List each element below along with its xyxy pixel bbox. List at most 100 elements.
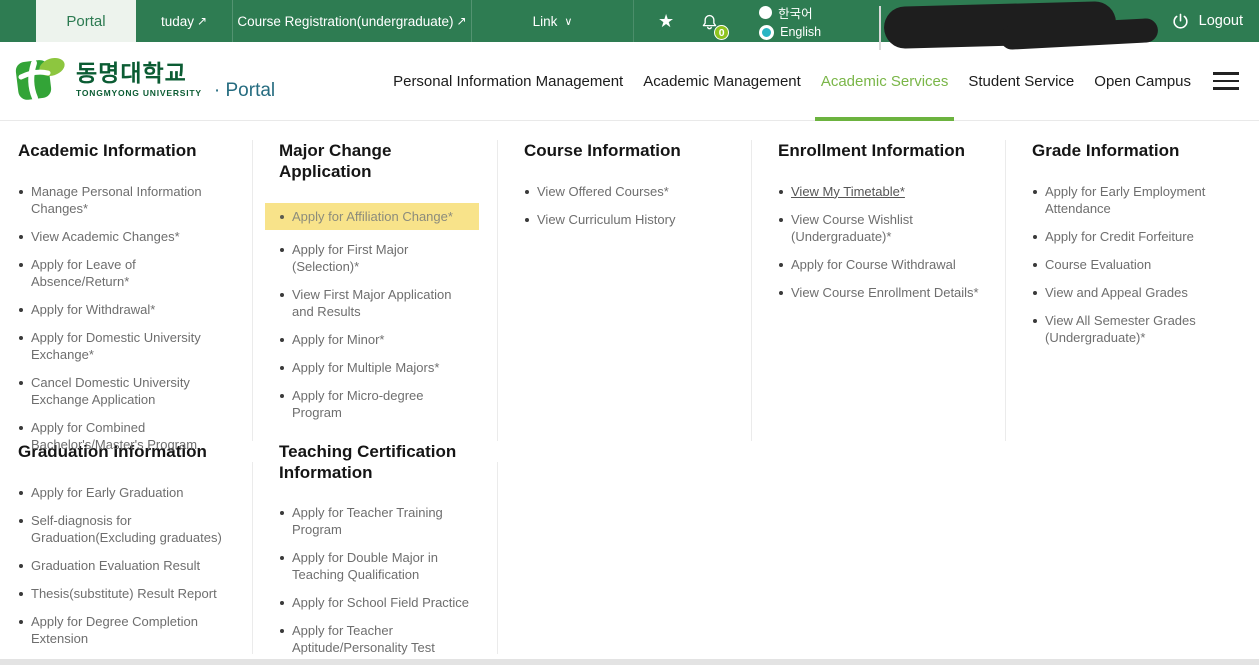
menu-item-label: Apply for Credit Forfeiture xyxy=(1045,229,1194,244)
menu-item[interactable]: Course Evaluation xyxy=(1032,256,1237,273)
menu-item-label: Graduation Evaluation Result xyxy=(31,558,200,573)
university-logo[interactable]: 동명대학교 TONGMYONG UNIVERSITY · Portal xyxy=(12,54,275,106)
nav-personal-information-management[interactable]: Personal Information Management xyxy=(383,42,633,120)
portal-suffix: · Portal xyxy=(214,80,275,102)
menu-item[interactable]: Apply for Teacher Aptitude/Personality T… xyxy=(279,622,475,656)
menu-item-label: View and Appeal Grades xyxy=(1045,285,1188,300)
menu-item-list: Apply for Affiliation Change*Apply for F… xyxy=(279,203,475,421)
logout-button[interactable]: Logout xyxy=(1171,0,1243,42)
menu-item[interactable]: Manage Personal Information Changes* xyxy=(18,183,230,217)
menu-item-label: Apply for Course Withdrawal xyxy=(791,257,956,272)
menu-section: Academic Information Manage Personal Info… xyxy=(0,141,252,464)
menu-item[interactable]: Apply for Course Withdrawal xyxy=(778,256,983,273)
menu-section: Major Change ApplicationApply for Affili… xyxy=(252,141,497,464)
menu-section-heading: Enrollment Information xyxy=(778,141,983,162)
menu-item[interactable]: Apply for Micro-degree Program xyxy=(279,387,475,421)
menu-item[interactable]: Thesis(substitute) Result Report xyxy=(18,585,230,602)
menu-item-label: Manage Personal Information Changes* xyxy=(31,184,202,216)
menu-item[interactable]: Apply for School Field Practice xyxy=(279,594,475,611)
menu-item[interactable]: View Academic Changes* xyxy=(18,228,230,245)
menu-item[interactable]: View First Major Application and Results xyxy=(279,286,475,320)
external-arrow-icon: ↗ xyxy=(197,14,207,28)
favorites-star-icon[interactable]: ★ xyxy=(658,0,674,42)
menu-item[interactable]: Cancel Domestic University Exchange Appl… xyxy=(18,374,230,408)
tuday-link[interactable]: tuday↗ xyxy=(136,0,232,42)
menu-item[interactable]: Apply for Early Employment Attendance xyxy=(1032,183,1237,217)
main-nav: Personal Information Management Academic… xyxy=(383,42,1259,120)
menu-section-heading: Teaching Certification Information xyxy=(279,442,475,483)
menu-item[interactable]: View Course Enrollment Details* xyxy=(778,284,983,301)
portal-tab[interactable]: Portal xyxy=(36,0,136,42)
menu-item[interactable]: View My Timetable* xyxy=(778,183,983,200)
menu-item-label: Apply for Minor* xyxy=(292,332,384,347)
menu-item[interactable]: Apply for Domestic University Exchange* xyxy=(18,329,230,363)
menu-item-label: Cancel Domestic University Exchange Appl… xyxy=(31,375,190,407)
menu-item-label: Apply for Degree Completion Extension xyxy=(31,614,198,646)
menu-item[interactable]: Apply for Affiliation Change* xyxy=(265,203,479,230)
menu-item[interactable]: Apply for Leave of Absence/Return* xyxy=(18,256,230,290)
menu-section-heading: Academic Information xyxy=(18,141,230,162)
menu-section: Course Information View Offered Courses* V… xyxy=(497,141,751,464)
menu-item[interactable]: Apply for Multiple Majors* xyxy=(279,359,475,376)
menu-item-label: Apply for Multiple Majors* xyxy=(292,360,439,375)
menu-item[interactable]: Self-diagnosis for Graduation(Excluding … xyxy=(18,512,230,546)
menu-item-label: Apply for Combined Bachelor's/Master's P… xyxy=(31,420,197,452)
menu-item-list: Manage Personal Information Changes* View… xyxy=(18,183,230,453)
menu-item-label: View Curriculum History xyxy=(537,212,675,227)
top-bar: Portal tuday↗ Course Registration(underg… xyxy=(0,0,1259,42)
nav-academic-management[interactable]: Academic Management xyxy=(633,42,811,120)
menu-item-label: Apply for Teacher Training Program xyxy=(292,505,443,537)
menu-item[interactable]: Apply for Teacher Training Program xyxy=(279,504,475,538)
course-registration-label: Course Registration(undergraduate) xyxy=(237,14,453,29)
language-option-english[interactable]: English xyxy=(759,25,821,40)
course-registration-link[interactable]: Course Registration(undergraduate)↗ xyxy=(232,0,472,42)
menu-item[interactable]: View All Semester Grades (Undergraduate)… xyxy=(1032,312,1237,346)
menu-item[interactable]: View and Appeal Grades xyxy=(1032,284,1237,301)
menu-item[interactable]: Apply for Double Major in Teaching Quali… xyxy=(279,549,475,583)
radio-unselected-icon xyxy=(759,6,772,19)
menu-item[interactable]: Apply for Combined Bachelor's/Master's P… xyxy=(18,419,230,453)
language-option-korean[interactable]: 한국어 xyxy=(759,3,821,22)
menu-item[interactable]: View Curriculum History xyxy=(524,211,729,228)
link-dropdown[interactable]: Link∨ xyxy=(472,0,634,42)
menu-item[interactable]: Apply for Withdrawal* xyxy=(18,301,230,318)
menu-item-list: Apply for Teacher Training Program Apply … xyxy=(279,504,475,656)
menu-item-label: Apply for Domestic University Exchange* xyxy=(31,330,201,362)
language-korean-label: 한국어 xyxy=(778,3,813,22)
menu-section: Graduation InformationApply for Early Gr… xyxy=(0,442,252,658)
page-bottom-strip xyxy=(0,659,1259,665)
menu-item[interactable]: Apply for Credit Forfeiture xyxy=(1032,228,1237,245)
nav-open-campus[interactable]: Open Campus xyxy=(1084,42,1201,120)
link-label: Link xyxy=(533,14,558,29)
menu-item[interactable]: View Offered Courses* xyxy=(524,183,729,200)
menu-item-label: View Academic Changes* xyxy=(31,229,180,244)
menu-item[interactable]: Graduation Evaluation Result xyxy=(18,557,230,574)
menu-item-label: Thesis(substitute) Result Report xyxy=(31,586,217,601)
column-divider xyxy=(497,140,498,441)
menu-item-label: Apply for Double Major in Teaching Quali… xyxy=(292,550,438,582)
tuday-label: tuday xyxy=(161,14,194,29)
logo-korean-name: 동명대학교 xyxy=(76,62,202,85)
nav-student-service[interactable]: Student Service xyxy=(958,42,1084,120)
menu-item[interactable]: Apply for Minor* xyxy=(279,331,475,348)
menu-item-list: Apply for Early Employment Attendance App… xyxy=(1032,183,1237,346)
menu-item[interactable]: Apply for Early Graduation xyxy=(18,484,230,501)
menu-item-label: Apply for Early Employment Attendance xyxy=(1045,184,1205,216)
topbar-divider xyxy=(879,6,881,50)
menu-row-2: Graduation InformationApply for Early Gr… xyxy=(0,442,1259,658)
menu-item[interactable]: Apply for First Major (Selection)* xyxy=(279,241,475,275)
menu-item[interactable]: Apply for Degree Completion Extension xyxy=(18,613,230,647)
menu-section: Grade InformationApply for Early Employm… xyxy=(1005,141,1259,464)
menu-item-label: View All Semester Grades (Undergraduate)… xyxy=(1045,313,1196,345)
column-divider xyxy=(252,462,253,654)
column-divider xyxy=(252,140,253,441)
menu-item-label: View First Major Application and Results xyxy=(292,287,451,319)
menu-item-label: Apply for Leave of Absence/Return* xyxy=(31,257,136,289)
notifications-bell-icon[interactable]: 0 xyxy=(700,0,719,42)
menu-item[interactable]: View Course Wishlist (Undergraduate)* xyxy=(778,211,983,245)
language-switcher: 한국어 English xyxy=(759,0,821,42)
hamburger-menu-icon[interactable] xyxy=(1213,42,1239,120)
menu-item-label: View Course Wishlist (Undergraduate)* xyxy=(791,212,913,244)
menu-section-heading: Course Information xyxy=(524,141,729,162)
nav-academic-services[interactable]: Academic Services xyxy=(811,42,959,120)
